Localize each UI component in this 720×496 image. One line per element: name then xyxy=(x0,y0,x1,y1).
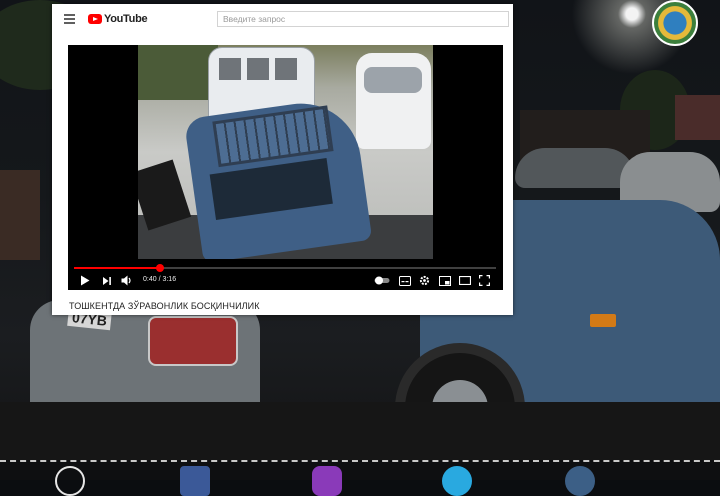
globe-icon[interactable] xyxy=(55,466,85,496)
progress-fill xyxy=(74,267,161,269)
telegram-icon[interactable] xyxy=(442,466,472,496)
youtube-logo-text: YouTube xyxy=(104,13,148,25)
duration: 3:16 xyxy=(162,276,177,283)
facebook-icon[interactable] xyxy=(180,466,210,496)
youtube-logo[interactable]: YouTube xyxy=(88,13,148,25)
next-icon[interactable] xyxy=(100,274,113,287)
youtube-header: YouTube xyxy=(52,4,513,34)
time-display: 0:40 / 3:16 xyxy=(143,276,176,283)
search-input[interactable] xyxy=(217,11,509,27)
video-frame xyxy=(138,45,433,259)
current-time: 0:40 xyxy=(143,276,157,283)
youtube-embed: YouTube Введите запрос 0:40 / 3:16 ТОШКЕ… xyxy=(52,4,513,315)
autoplay-toggle-icon[interactable] xyxy=(374,274,390,287)
theater-mode-icon[interactable] xyxy=(458,274,471,287)
youtube-play-logo-icon xyxy=(88,14,102,24)
video-title[interactable]: ТОШКЕНТДА ЗЎРАВОНЛИК БОСҚИНЧИЛИК xyxy=(69,301,260,311)
play-icon[interactable] xyxy=(78,274,91,287)
social-icon[interactable] xyxy=(565,466,595,496)
video-player[interactable]: 0:40 / 3:16 xyxy=(68,45,503,290)
subtitles-icon[interactable] xyxy=(398,274,411,287)
player-controls: 0:40 / 3:16 xyxy=(68,271,503,290)
social-links-strip xyxy=(0,460,720,496)
volume-icon[interactable] xyxy=(120,274,133,287)
fullscreen-icon[interactable] xyxy=(478,274,491,287)
instagram-icon[interactable] xyxy=(312,466,342,496)
progress-bar[interactable] xyxy=(74,264,496,272)
miniplayer-icon[interactable] xyxy=(438,274,451,287)
hamburger-menu-icon[interactable] xyxy=(64,14,75,24)
gear-icon[interactable] xyxy=(418,274,431,287)
emblem-logo xyxy=(652,0,698,46)
